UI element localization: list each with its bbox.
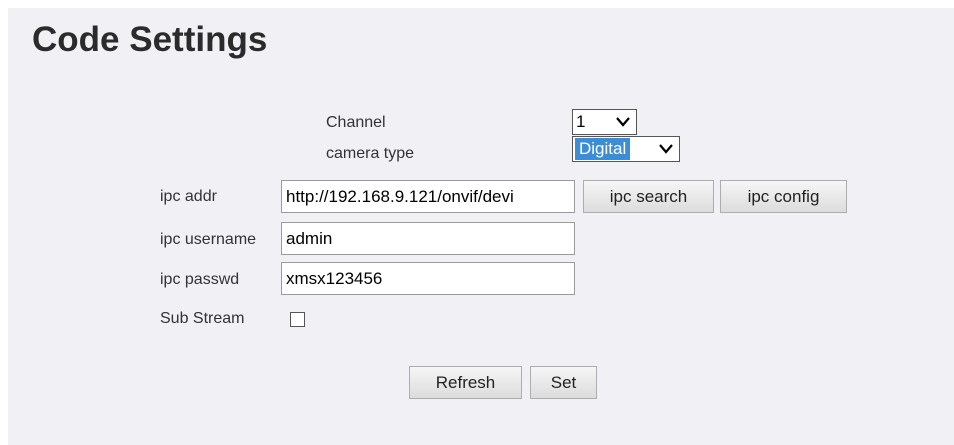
- camera-type-label: camera type: [326, 145, 415, 162]
- camera-type-select[interactable]: Digital: [572, 136, 680, 162]
- page-title: Code Settings: [32, 20, 268, 59]
- refresh-button[interactable]: Refresh: [409, 366, 522, 399]
- ipc-username-input[interactable]: admin: [281, 222, 575, 255]
- channel-select[interactable]: 1: [572, 109, 637, 135]
- ipc-config-button[interactable]: ipc config: [720, 180, 847, 213]
- ipc-passwd-input[interactable]: xmsx123456: [281, 262, 575, 295]
- sub-stream-checkbox[interactable]: [290, 312, 305, 327]
- ipc-search-button[interactable]: ipc search: [583, 180, 714, 213]
- ipc-addr-label: ipc addr: [160, 188, 217, 205]
- sub-stream-label: Sub Stream: [160, 310, 245, 327]
- ipc-addr-input[interactable]: http://192.168.9.121/onvif/devi: [281, 180, 575, 213]
- camera-type-select-value: Digital: [575, 138, 631, 160]
- set-button[interactable]: Set: [530, 366, 597, 399]
- ipc-passwd-label: ipc passwd: [160, 271, 240, 288]
- channel-select-value: 1: [576, 112, 586, 131]
- ipc-username-label: ipc username: [160, 231, 257, 248]
- settings-panel: Code Settings Channel 1 camera type Digi…: [8, 8, 954, 445]
- chevron-down-icon: [659, 144, 673, 154]
- chevron-down-icon: [616, 117, 630, 127]
- channel-label: Channel: [326, 114, 386, 131]
